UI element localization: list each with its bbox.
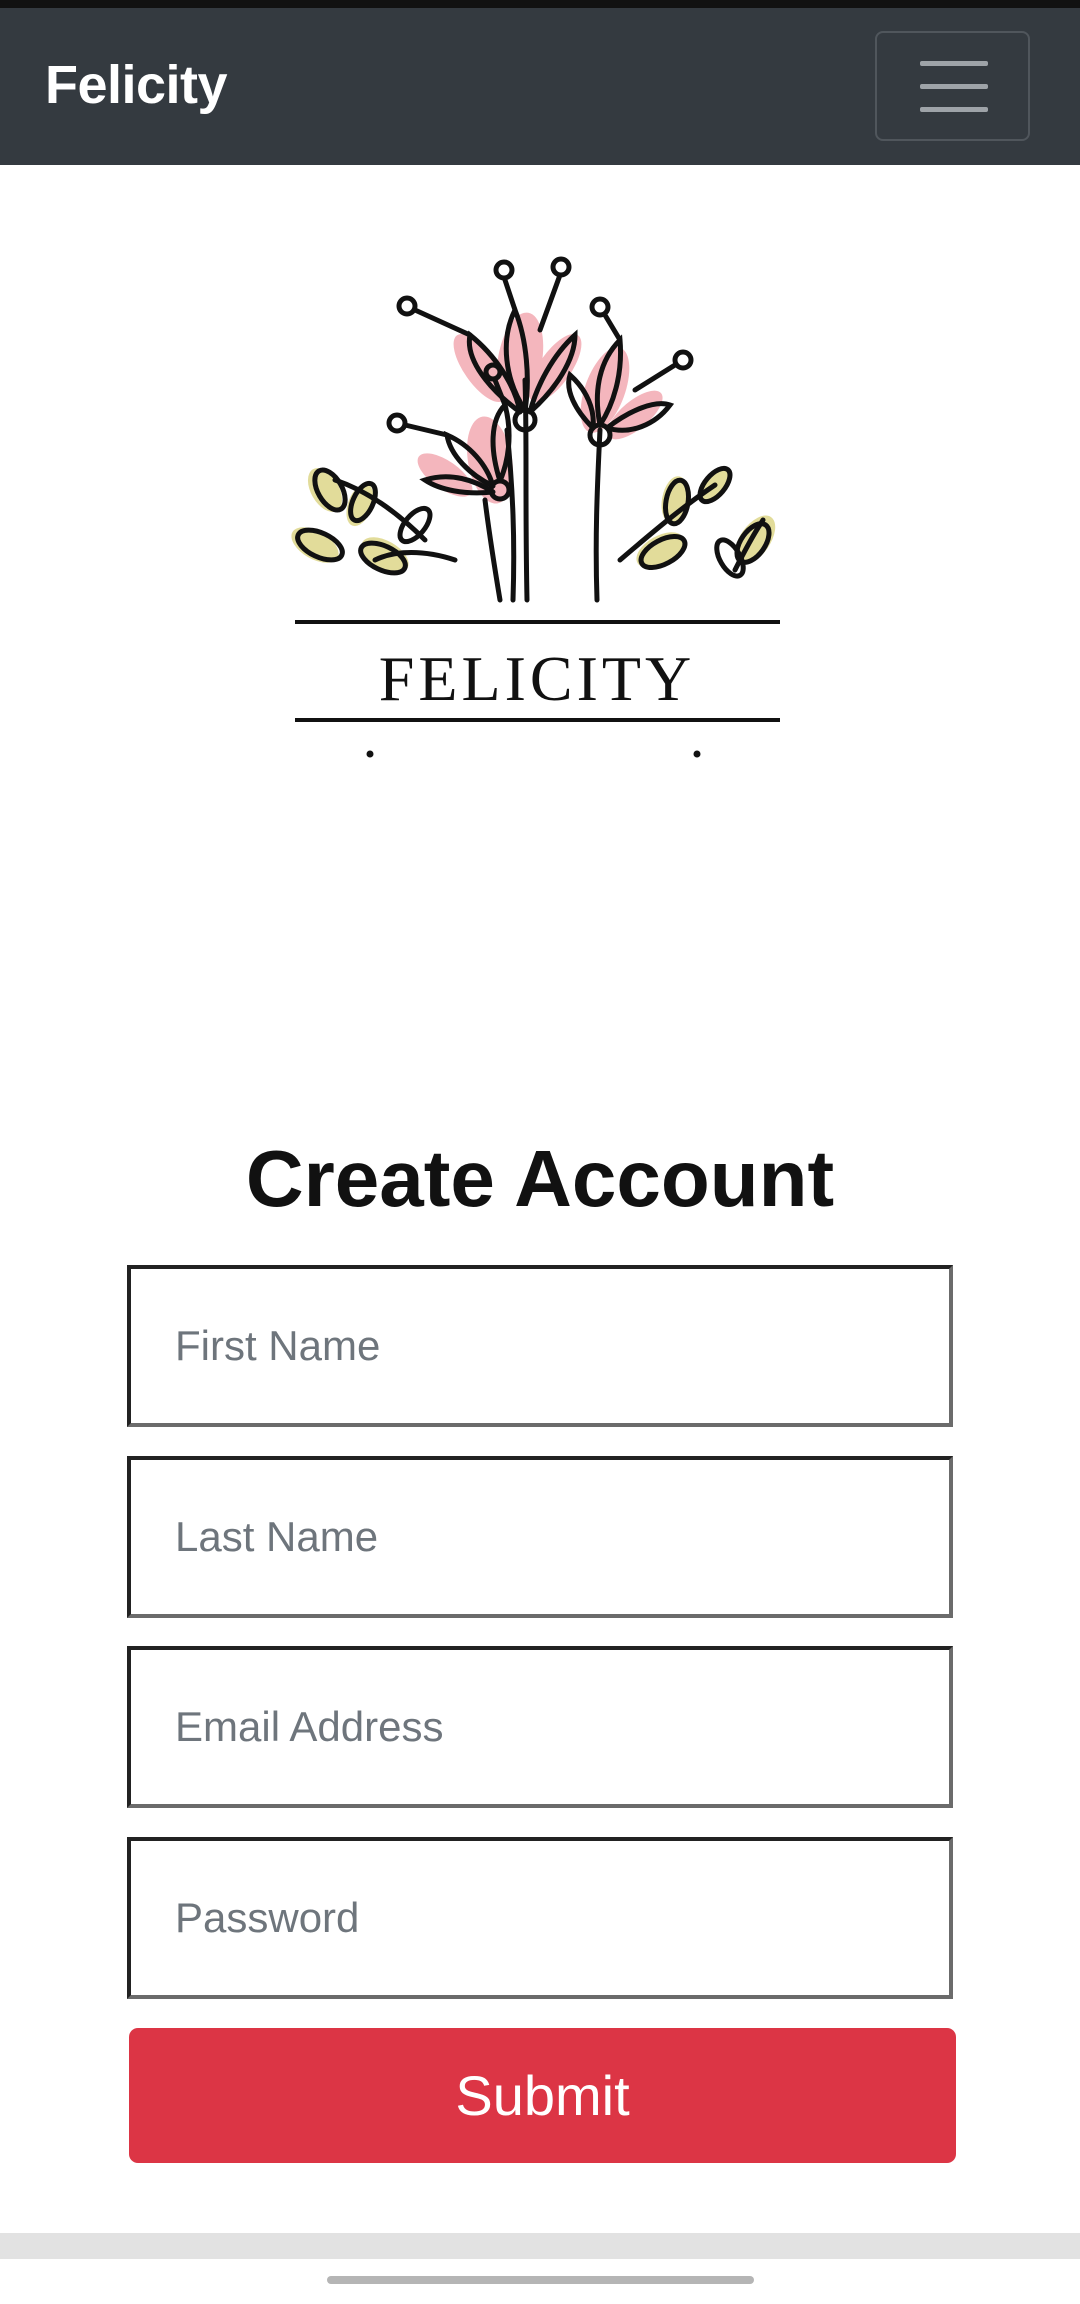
page-title: Create Account (245, 1133, 835, 1223)
email-field[interactable] (127, 1646, 953, 1808)
navbar-brand[interactable]: Felicity (45, 58, 228, 112)
flower-bouquet-logo: FELICITY (291, 256, 780, 758)
password-field[interactable] (127, 1837, 953, 1999)
menu-toggle-button[interactable] (875, 31, 1030, 141)
home-indicator[interactable] (327, 2276, 754, 2284)
logo-wordmark: FELICITY (379, 643, 695, 714)
logo-dot-left (366, 750, 374, 758)
status-bar-edge (0, 0, 1080, 8)
navbar: Felicity (0, 8, 1080, 165)
first-name-field[interactable] (127, 1265, 953, 1427)
last-name-field[interactable] (127, 1456, 953, 1618)
felicity-logo: FELICITY (275, 240, 805, 780)
footer-divider (0, 2233, 1080, 2259)
logo-dot-right (693, 750, 701, 758)
footer-strip (0, 2233, 1080, 2304)
submit-button[interactable]: Submit (129, 2028, 956, 2163)
